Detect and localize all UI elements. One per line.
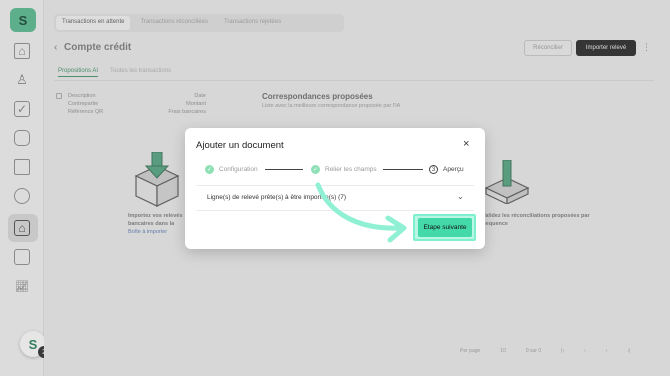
divider [196,185,474,186]
step-connector [265,169,303,170]
statement-lines-summary[interactable]: Ligne(s) de relevé prête(s) à être impor… [207,194,346,201]
add-document-dialog: Ajouter un document × ✓ Configuration ✓ … [185,128,485,249]
divider [196,210,474,211]
chevron-down-icon[interactable]: ⌄ [457,192,464,201]
check-icon: ✓ [311,165,320,174]
step-label: Relier les champs [325,166,377,173]
check-icon: ✓ [205,165,214,174]
step-number: 3 [429,165,438,174]
step-configuration[interactable]: ✓ Configuration [205,165,258,174]
step-label: Aperçu [443,166,464,173]
step-label: Configuration [219,166,258,173]
next-step-button[interactable]: Etape suivante [418,218,472,237]
step-link-fields[interactable]: ✓ Relier les champs [311,165,377,174]
step-connector [383,169,423,170]
step-preview[interactable]: 3 Aperçu [429,165,464,174]
dialog-title: Ajouter un document [196,140,284,151]
close-icon[interactable]: × [463,138,469,150]
